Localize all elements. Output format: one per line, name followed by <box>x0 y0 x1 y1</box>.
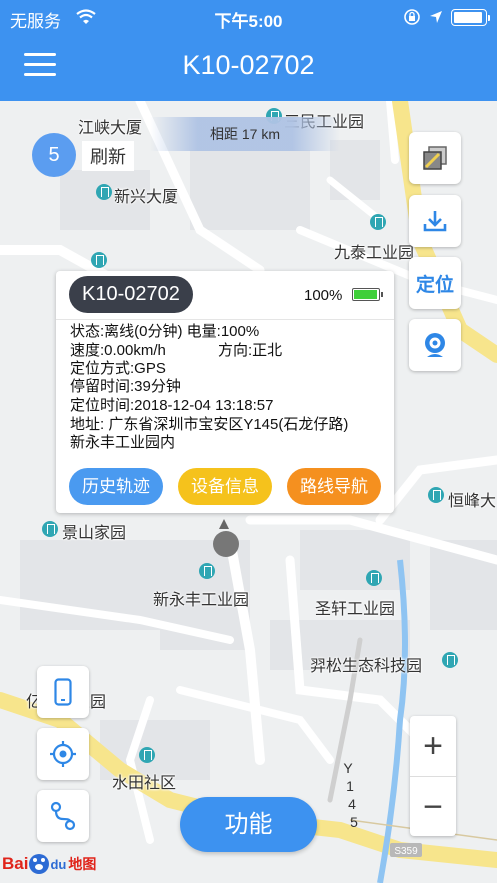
route-button[interactable] <box>37 790 89 842</box>
locate-button[interactable]: 定位 <box>409 257 461 309</box>
my-location-button[interactable] <box>37 728 89 780</box>
speed-line: 速度:0.00km/h <box>70 342 166 359</box>
webcam-icon <box>425 333 445 357</box>
battery-percent: 100% <box>304 287 343 304</box>
building-icon <box>91 252 107 268</box>
road-label-s359: S359 <box>394 846 418 857</box>
camera-button[interactable] <box>409 319 461 371</box>
building-icon <box>42 521 58 537</box>
download-button[interactable] <box>409 195 461 247</box>
road-label-1: 1 <box>346 778 354 794</box>
poi-label[interactable]: 羿松生态科技园 <box>310 652 422 676</box>
phone-icon <box>54 678 72 706</box>
zoom-control: + − <box>410 716 456 836</box>
building-icon <box>139 747 155 763</box>
battery-icon <box>352 288 383 301</box>
building-icon <box>366 570 382 586</box>
download-icon <box>423 211 447 232</box>
poi-label[interactable]: 恒峰大 <box>448 487 496 511</box>
poi-label[interactable]: 水田社区 <box>112 769 176 793</box>
road-label-4: 4 <box>348 796 356 812</box>
building-icon <box>199 563 215 579</box>
paw-icon <box>29 854 50 874</box>
route-icon <box>50 801 76 831</box>
layers-icon <box>423 146 447 170</box>
building-icon <box>442 652 458 668</box>
crosshair-icon <box>50 741 76 767</box>
poi-label[interactable]: 新永丰工业园 <box>153 586 249 610</box>
location-arrow-icon <box>430 11 442 23</box>
status-bar: 无服务 下午5:00 <box>0 0 497 34</box>
status-battery-icon <box>451 8 490 26</box>
divider <box>56 319 394 320</box>
device-location-button[interactable] <box>37 666 89 718</box>
function-button[interactable]: 功能 <box>180 797 317 852</box>
rotation-lock-icon <box>404 9 420 25</box>
device-marker[interactable] <box>213 531 239 557</box>
location-time-line: 定位时间:2018-12-04 13:18:57 <box>70 397 274 414</box>
refresh-countdown: 5 <box>32 133 76 177</box>
map-layer-button[interactable] <box>409 132 461 184</box>
status-line: 状态:离线(0分钟) 电量:100% <box>70 323 260 340</box>
status-icons <box>403 8 490 26</box>
building-icon <box>96 184 112 200</box>
device-info-popup: K10-02702 100% 状态:离线(0分钟) 电量:100% 速度:0.0… <box>56 271 394 513</box>
building-icon <box>428 487 444 503</box>
poi-label[interactable]: 圣轩工业园 <box>315 595 395 619</box>
building-icon <box>370 214 386 230</box>
poi-label[interactable]: 九泰工业园 <box>334 239 414 263</box>
positioning-line: 定位方式:GPS <box>70 360 166 377</box>
zoom-in-button[interactable]: + <box>410 716 456 776</box>
poi-label[interactable]: 江峡大厦 <box>78 114 142 138</box>
route-navigation-button[interactable]: 路线导航 <box>287 468 381 505</box>
poi-label[interactable]: 新兴大厦 <box>114 183 178 207</box>
refresh-button[interactable]: 刷新 <box>82 141 134 171</box>
address-line-2: 新永丰工业园内 <box>70 434 176 451</box>
history-track-button[interactable]: 历史轨迹 <box>69 468 163 505</box>
baidu-logo: Bai du 地图 <box>2 854 97 874</box>
direction-arrow-icon <box>219 519 229 529</box>
device-info-button[interactable]: 设备信息 <box>178 468 272 505</box>
road-label-5: 5 <box>350 814 358 830</box>
distance-label: 相距 17 km <box>150 117 340 151</box>
battery-fill <box>354 290 377 299</box>
page-title: K10-02702 <box>182 50 315 80</box>
address-line: 地址: 广东省深圳市宝安区Y145(石龙仔路) <box>70 416 349 433</box>
zoom-out-button[interactable]: − <box>410 777 456 837</box>
direction-line: 方向:正北 <box>218 342 283 359</box>
poi-label[interactable]: 景山家园 <box>62 519 126 543</box>
stay-time-line: 停留时间:39分钟 <box>70 378 181 395</box>
top-bar: 无服务 下午5:00 K10-02702 <box>0 0 497 101</box>
plate-badge: K10-02702 <box>69 276 193 313</box>
road-label-y: Y <box>343 760 353 776</box>
